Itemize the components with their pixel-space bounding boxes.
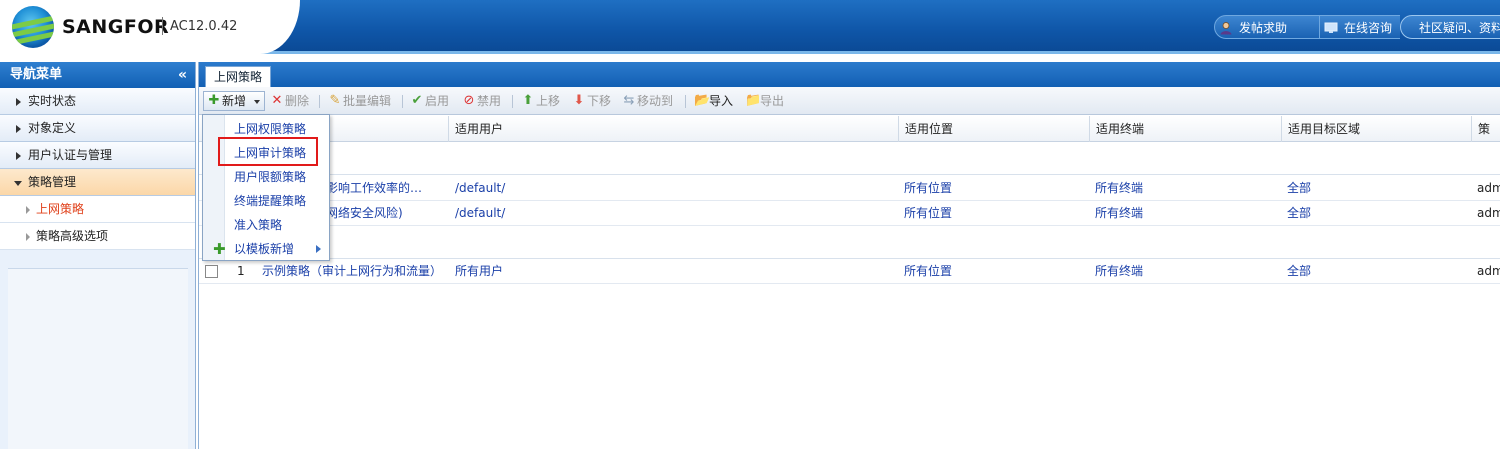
toolbar: ✚ 新增 ✕ 删除 ✎ 批量编辑 ✔ 启用 ⊘ 禁用 ⬆ 上移 ⬇ 下移 ⇆ 移动到 📂 导入 📁… <box>199 87 1500 115</box>
chevron-right-icon <box>316 245 321 253</box>
move-to-button[interactable]: ⇆ 移动到 <box>621 92 673 110</box>
menu-item-new-from-template[interactable]: ✚ 以模板新增 <box>203 237 329 261</box>
import-button[interactable]: 📂 导入 <box>693 92 733 110</box>
menu-item-quota-policy[interactable]: 用户限额策略 <box>203 165 329 189</box>
group-row <box>199 143 1500 175</box>
arrow-up-icon: ⬆ <box>522 93 534 108</box>
folder-export-icon: 📁 <box>745 93 762 108</box>
disable-button[interactable]: ⊘ 禁用 <box>461 92 501 110</box>
sidebar-item-advanced-options[interactable]: 策略高级选项 <box>0 223 195 250</box>
user-icon <box>1220 22 1232 35</box>
highlight-box <box>218 137 318 166</box>
col-zone[interactable]: 适用目标区域 <box>1281 116 1471 142</box>
online-consult-button[interactable]: 在线咨询 <box>1320 15 1400 39</box>
close-icon: ✕ <box>271 93 283 108</box>
group-row <box>199 227 1500 259</box>
check-icon: ✔ <box>411 93 423 108</box>
chevron-right-icon <box>26 233 30 241</box>
sidebar-item-internet-policy[interactable]: 上网策略 <box>0 196 195 223</box>
sidebar-title: 导航菜单 « <box>0 62 195 88</box>
chevron-right-icon <box>16 152 21 160</box>
sangfor-logo-icon <box>12 6 54 48</box>
ban-icon: ⊘ <box>463 93 475 108</box>
tab-bar: 上网策略 <box>199 62 1500 87</box>
menu-item-terminal-reminder-policy[interactable]: 终端提醒策略 <box>203 189 329 213</box>
table-row[interactable]: 低网络安全风险) /default/ 所有位置 所有终端 全部 adm <box>199 201 1500 226</box>
folder-import-icon: 📂 <box>694 93 711 108</box>
chevron-down-icon <box>254 100 260 104</box>
table-row[interactable]: 1 示例策略（审计上网行为和流量） 所有用户 所有位置 所有终端 全部 adm <box>199 259 1500 284</box>
sidebar-group-user-auth[interactable]: 用户认证与管理 <box>0 142 195 169</box>
tab-internet-policy[interactable]: 上网策略 <box>205 66 272 87</box>
plus-icon: ✚ <box>213 240 226 258</box>
new-button[interactable]: ✚ 新增 <box>203 91 265 111</box>
main-panel: 上网策略 ✚ 新增 ✕ 删除 ✎ 批量编辑 ✔ 启用 ⊘ 禁用 ⬆ 上移 ⬇ 下移 ⇆ 移动到 … <box>198 62 1500 449</box>
brand-name: SANGFOR <box>62 16 170 38</box>
enable-button[interactable]: ✔ 启用 <box>409 92 449 110</box>
sidebar-group-realtime[interactable]: 实时状态 <box>0 88 195 115</box>
delete-button[interactable]: ✕ 删除 <box>269 92 309 110</box>
pencil-icon: ✎ <box>329 93 341 108</box>
col-location[interactable]: 适用位置 <box>898 116 1089 142</box>
arrow-down-icon: ⬇ <box>573 93 585 108</box>
top-header: SANGFOR AC12.0.42 发帖求助 在线咨询 社区疑问、资料 <box>0 0 1500 54</box>
menu-item-admission-policy[interactable]: 准入策略 <box>203 213 329 237</box>
monitor-icon <box>1324 22 1338 33</box>
move-down-button[interactable]: ⬇ 下移 <box>571 92 611 110</box>
move-icon: ⇆ <box>623 93 635 108</box>
table-header: 适用用户 适用位置 适用终端 适用目标区域 策略 <box>199 116 1500 162</box>
plus-icon: ✚ <box>208 93 220 108</box>
version-label: AC12.0.42 <box>170 19 238 34</box>
chevron-right-icon <box>16 125 21 133</box>
collapse-icon[interactable]: « <box>178 62 187 88</box>
sidebar: 导航菜单 « 实时状态 对象定义 用户认证与管理 策略管理 上网策略 策略高级选… <box>0 62 196 449</box>
col-policy[interactable]: 策略 <box>1471 116 1500 162</box>
sidebar-group-objects[interactable]: 对象定义 <box>0 115 195 142</box>
chevron-down-icon <box>14 181 22 186</box>
row-checkbox[interactable] <box>205 265 218 278</box>
batch-edit-button[interactable]: ✎ 批量编辑 <box>327 92 391 110</box>
col-users[interactable]: 适用用户 <box>448 116 898 142</box>
community-button[interactable]: 社区疑问、资料 <box>1400 15 1500 39</box>
table-row[interactable]: 制影响工作效率的… /default/ 所有位置 所有终端 全部 adm <box>199 176 1500 201</box>
help-post-button[interactable]: 发帖求助 <box>1214 15 1320 39</box>
sidebar-group-policy[interactable]: 策略管理 <box>0 169 195 196</box>
chevron-right-icon <box>16 98 21 106</box>
export-button[interactable]: 📁 导出 <box>744 92 784 110</box>
logo-area: SANGFOR AC12.0.42 <box>0 0 300 54</box>
move-up-button[interactable]: ⬆ 上移 <box>520 92 560 110</box>
chevron-right-icon <box>26 206 30 214</box>
col-terminal[interactable]: 适用终端 <box>1089 116 1281 142</box>
